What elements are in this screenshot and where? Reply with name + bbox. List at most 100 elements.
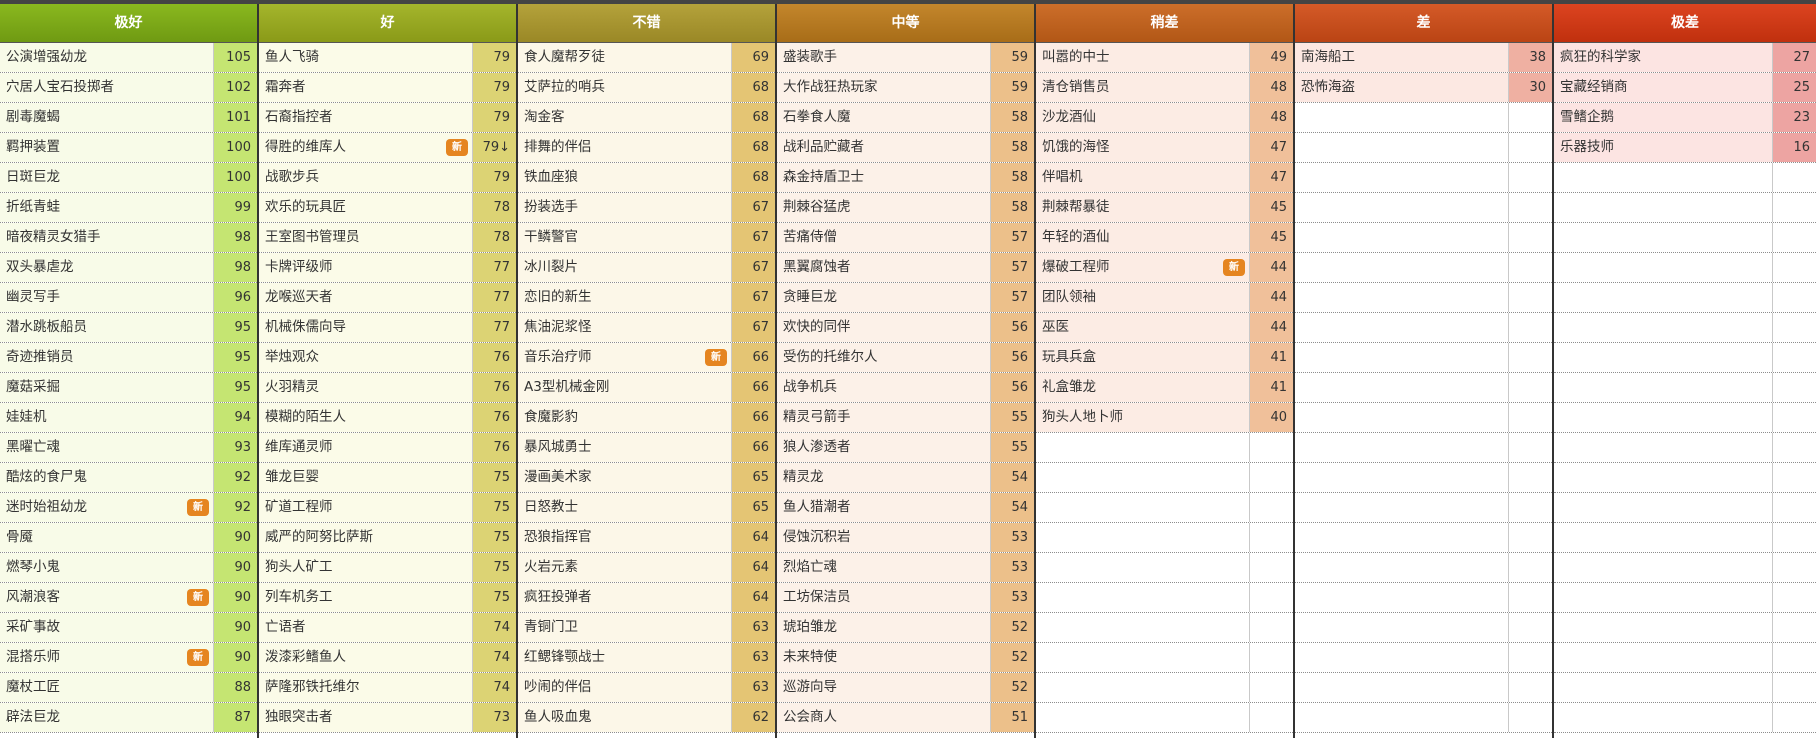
card-row[interactable]: 泼漆彩鳍鱼人 74	[259, 643, 516, 673]
card-row[interactable]: 音乐治疗师 新 66	[518, 343, 775, 373]
card-row[interactable]: 独眼突击者 73	[259, 703, 516, 733]
card-row[interactable]: 黑翼腐蚀者 57	[777, 253, 1034, 283]
card-row[interactable]: 威严的阿努比萨斯 75	[259, 523, 516, 553]
card-row[interactable]: 狗头人地卜师 40	[1036, 403, 1293, 433]
tier-header[interactable]: 极好	[0, 4, 257, 43]
card-row[interactable]: 玩具兵盒 41	[1036, 343, 1293, 373]
card-row[interactable]: 日斑巨龙 100	[0, 163, 257, 193]
card-row[interactable]: 采矿事故 90	[0, 613, 257, 643]
card-row[interactable]: 精灵龙 54	[777, 463, 1034, 493]
card-row[interactable]: 受伤的托维尔人 56	[777, 343, 1034, 373]
card-row[interactable]: 得胜的维库人 新 79↓	[259, 133, 516, 163]
card-row[interactable]: 风潮浪客 新 90	[0, 583, 257, 613]
card-row[interactable]: 礼盒雏龙 41	[1036, 373, 1293, 403]
card-row[interactable]: 爆破工程师 新 44	[1036, 253, 1293, 283]
card-row[interactable]: 魔菇采掘 95	[0, 373, 257, 403]
card-row[interactable]: 清仓销售员 48	[1036, 73, 1293, 103]
card-row[interactable]: 苦痛侍僧 57	[777, 223, 1034, 253]
card-row[interactable]: 列车机务工 75	[259, 583, 516, 613]
card-row[interactable]: 恋旧的新生 67	[518, 283, 775, 313]
card-row[interactable]: 食魔影豹 66	[518, 403, 775, 433]
card-row[interactable]: 排舞的伴侣 68	[518, 133, 775, 163]
card-row[interactable]: 工坊保洁员 53	[777, 583, 1034, 613]
card-row[interactable]: 吵闹的伴侣 63	[518, 673, 775, 703]
tier-header[interactable]: 好	[259, 4, 516, 43]
card-row[interactable]: 艾萨拉的哨兵 68	[518, 73, 775, 103]
card-row[interactable]: 雪鳍企鹅 23	[1554, 103, 1816, 133]
card-row[interactable]: 机械侏儒向导 77	[259, 313, 516, 343]
card-row[interactable]: 石拳食人魔 58	[777, 103, 1034, 133]
card-row[interactable]: 模糊的陌生人 76	[259, 403, 516, 433]
card-row[interactable]: 霜奔者 79	[259, 73, 516, 103]
tier-header[interactable]: 稍差	[1036, 4, 1293, 43]
tier-header[interactable]: 差	[1295, 4, 1552, 43]
card-row[interactable]: 魔杖工匠 88	[0, 673, 257, 703]
card-row[interactable]: 狗头人矿工 75	[259, 553, 516, 583]
card-row[interactable]: 王室图书管理员 78	[259, 223, 516, 253]
card-row[interactable]: 暗夜精灵女猎手 98	[0, 223, 257, 253]
card-row[interactable]: 巡游向导 52	[777, 673, 1034, 703]
card-row[interactable]: 年轻的酒仙 45	[1036, 223, 1293, 253]
card-row[interactable]: 大作战狂热玩家 59	[777, 73, 1034, 103]
card-row[interactable]: 宝藏经销商 25	[1554, 73, 1816, 103]
card-row[interactable]: 维库通灵师 76	[259, 433, 516, 463]
card-row[interactable]: 幽灵写手 96	[0, 283, 257, 313]
card-row[interactable]: 青铜门卫 63	[518, 613, 775, 643]
card-row[interactable]: 奇迹推销员 95	[0, 343, 257, 373]
card-row[interactable]: 南海船工 38	[1295, 43, 1552, 73]
card-row[interactable]: 剧毒魔蝎 101	[0, 103, 257, 133]
card-row[interactable]: A3型机械金刚 66	[518, 373, 775, 403]
card-row[interactable]: 荆棘帮暴徒 45	[1036, 193, 1293, 223]
card-row[interactable]: 烈焰亡魂 53	[777, 553, 1034, 583]
card-row[interactable]: 狼人渗透者 55	[777, 433, 1034, 463]
card-row[interactable]: 战歌步兵 79	[259, 163, 516, 193]
card-row[interactable]: 食人魔帮歹徒 69	[518, 43, 775, 73]
card-row[interactable]: 举烛观众 76	[259, 343, 516, 373]
card-row[interactable]: 盛装歌手 59	[777, 43, 1034, 73]
card-row[interactable]: 公会商人 51	[777, 703, 1034, 733]
card-row[interactable]: 矿道工程师 75	[259, 493, 516, 523]
card-row[interactable]: 战利品贮藏者 58	[777, 133, 1034, 163]
card-row[interactable]: 日怒教士 65	[518, 493, 775, 523]
card-row[interactable]: 迷时始祖幼龙 新 92	[0, 493, 257, 523]
card-row[interactable]: 酷炫的食尸鬼 92	[0, 463, 257, 493]
card-row[interactable]: 折纸青蛙 99	[0, 193, 257, 223]
card-row[interactable]: 琥珀雏龙 52	[777, 613, 1034, 643]
card-row[interactable]: 焦油泥浆怪 67	[518, 313, 775, 343]
card-row[interactable]: 卡牌评级师 77	[259, 253, 516, 283]
card-row[interactable]: 暴风城勇士 66	[518, 433, 775, 463]
card-row[interactable]: 骨魇 90	[0, 523, 257, 553]
card-row[interactable]: 森金持盾卫士 58	[777, 163, 1034, 193]
card-row[interactable]: 团队领袖 44	[1036, 283, 1293, 313]
tier-header[interactable]: 极差	[1554, 4, 1816, 43]
card-row[interactable]: 羁押装置 100	[0, 133, 257, 163]
card-row[interactable]: 红鳃锋颚战士 63	[518, 643, 775, 673]
card-row[interactable]: 石裔指控者 79	[259, 103, 516, 133]
card-row[interactable]: 鱼人飞骑 79	[259, 43, 516, 73]
card-row[interactable]: 巫医 44	[1036, 313, 1293, 343]
card-row[interactable]: 鱼人吸血鬼 62	[518, 703, 775, 733]
card-row[interactable]: 火岩元素 64	[518, 553, 775, 583]
card-row[interactable]: 辟法巨龙 87	[0, 703, 257, 733]
card-row[interactable]: 火羽精灵 76	[259, 373, 516, 403]
card-row[interactable]: 荆棘谷猛虎 58	[777, 193, 1034, 223]
card-row[interactable]: 饥饿的海怪 47	[1036, 133, 1293, 163]
card-row[interactable]: 漫画美术家 65	[518, 463, 775, 493]
card-row[interactable]: 潜水跳板船员 95	[0, 313, 257, 343]
card-row[interactable]: 恐狼指挥官 64	[518, 523, 775, 553]
card-row[interactable]: 亡语者 74	[259, 613, 516, 643]
card-row[interactable]: 淘金客 68	[518, 103, 775, 133]
card-row[interactable]: 扮装选手 67	[518, 193, 775, 223]
tier-header[interactable]: 中等	[777, 4, 1034, 43]
card-row[interactable]: 伴唱机 47	[1036, 163, 1293, 193]
card-row[interactable]: 公演增强幼龙 105	[0, 43, 257, 73]
card-row[interactable]: 未来特使 52	[777, 643, 1034, 673]
card-row[interactable]: 穴居人宝石投掷者 102	[0, 73, 257, 103]
tier-header[interactable]: 不错	[518, 4, 775, 43]
card-row[interactable]: 燃琴小鬼 90	[0, 553, 257, 583]
card-row[interactable]: 贪睡巨龙 57	[777, 283, 1034, 313]
card-row[interactable]: 疯狂投弹者 64	[518, 583, 775, 613]
card-row[interactable]: 鱼人猎潮者 54	[777, 493, 1034, 523]
card-row[interactable]: 龙喉巡天者 77	[259, 283, 516, 313]
card-row[interactable]: 乐器技师 16	[1554, 133, 1816, 163]
